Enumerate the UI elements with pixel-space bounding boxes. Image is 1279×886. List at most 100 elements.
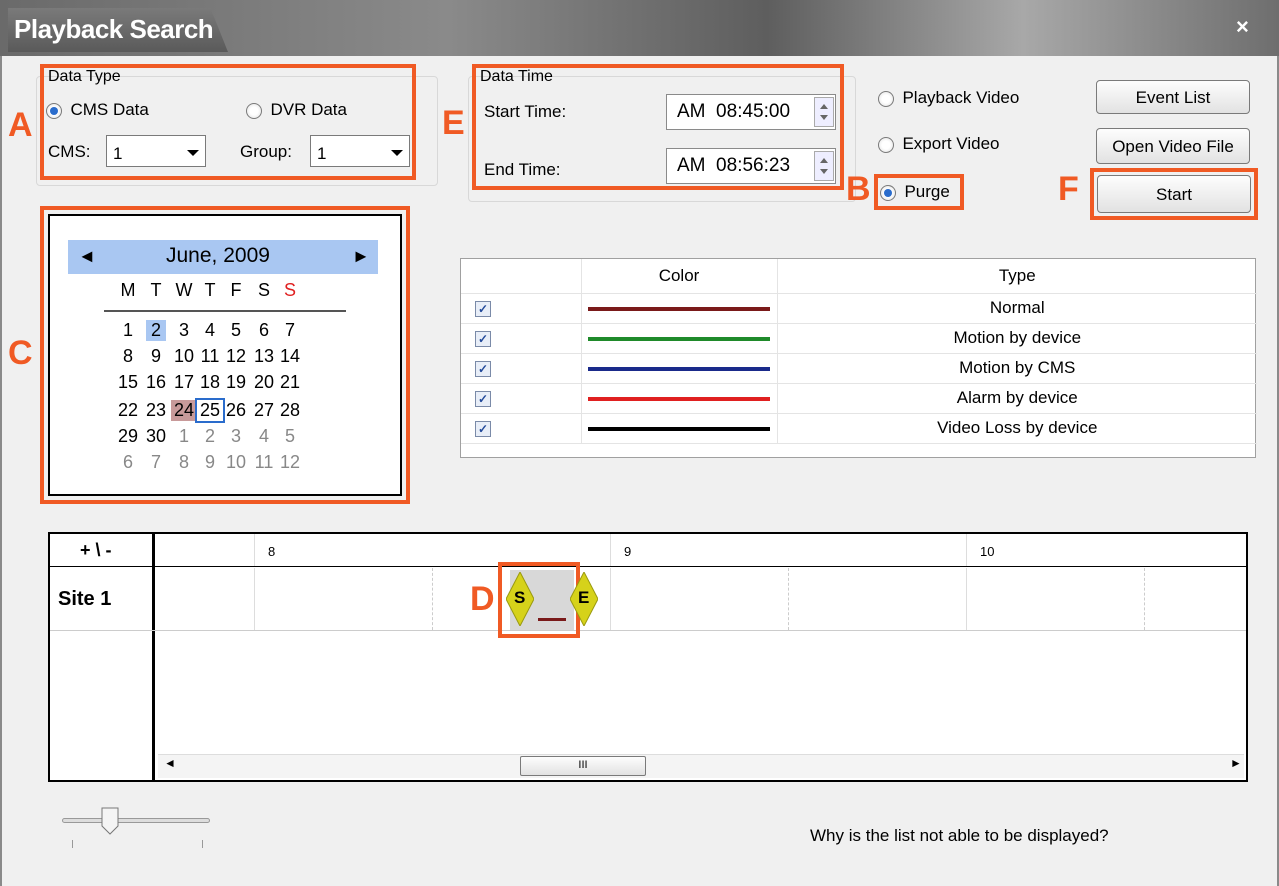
calendar-day[interactable]: 29 (118, 426, 138, 447)
calendar-day[interactable]: 22 (118, 400, 138, 421)
calendar-day[interactable]: 26 (226, 400, 246, 421)
start-button[interactable]: Start (1097, 175, 1251, 213)
calendar-day[interactable]: 27 (254, 400, 274, 421)
playback-video-radio[interactable]: Playback Video (878, 88, 1019, 108)
calendar-day[interactable]: 20 (254, 372, 274, 393)
calendar-day[interactable]: 4 (254, 426, 274, 447)
calendar-day[interactable]: 1 (174, 426, 194, 447)
weekday-label: W (175, 280, 193, 300)
end-time-spinner[interactable] (814, 151, 834, 181)
row-checkbox[interactable]: ✓ (461, 323, 582, 354)
calendar-day[interactable]: 9 (146, 346, 166, 367)
slider-tick (72, 840, 73, 848)
calendar-day[interactable]: 23 (146, 400, 166, 421)
annotation-b: B (846, 170, 871, 208)
scroll-left-icon[interactable]: ◄ (164, 756, 176, 770)
timeline-row-line (50, 630, 1246, 631)
start-time-value: AM 08:45:00 (677, 101, 791, 122)
calendar-day[interactable]: 8 (118, 346, 138, 367)
row-type: Alarm by device (777, 383, 1257, 414)
scroll-thumb[interactable]: III (520, 756, 646, 776)
calendar-day[interactable]: 6 (254, 320, 274, 341)
calendar-day[interactable]: 7 (280, 320, 300, 341)
start-time-spinner[interactable] (814, 97, 834, 127)
annotation-f: F (1058, 170, 1079, 208)
calendar-day[interactable]: 11 (200, 346, 220, 367)
calendar-day[interactable]: 2 (146, 320, 166, 341)
hour-gridline (254, 568, 255, 630)
calendar-day[interactable]: 1 (118, 320, 138, 341)
calendar-day[interactable]: 13 (254, 346, 274, 367)
row-checkbox[interactable]: ✓ (461, 293, 582, 324)
row-checkbox[interactable]: ✓ (461, 353, 582, 384)
dvr-data-radio[interactable]: DVR Data (246, 100, 347, 120)
calendar-day[interactable]: 5 (226, 320, 246, 341)
calendar-day[interactable]: 7 (146, 452, 166, 473)
spinner-arrows-icon (820, 104, 828, 120)
calendar-day[interactable]: 12 (226, 346, 246, 367)
calendar-day[interactable]: 16 (146, 372, 166, 393)
color-swatch (588, 426, 770, 431)
hour-tick-label: 9 (624, 544, 632, 559)
close-icon[interactable]: × (1236, 14, 1249, 40)
export-video-radio[interactable]: Export Video (878, 134, 999, 154)
row-color (581, 323, 778, 354)
row-checkbox[interactable]: ✓ (461, 413, 582, 444)
color-swatch (588, 396, 770, 401)
table-header-color: Color (581, 259, 778, 294)
group-select[interactable]: 1 (310, 135, 410, 167)
row-checkbox[interactable]: ✓ (461, 383, 582, 414)
table-row: ✓ Normal (461, 293, 1257, 324)
calendar-day[interactable]: 25 (195, 398, 225, 423)
calendar-day[interactable]: 10 (226, 452, 246, 473)
playback-video-label: Playback Video (902, 88, 1020, 107)
timeline-scrollbar[interactable] (158, 754, 1244, 778)
prev-month-icon[interactable]: ◄ (78, 246, 96, 267)
calendar-day[interactable]: 12 (280, 452, 300, 473)
calendar-day[interactable]: 19 (226, 372, 246, 393)
next-month-icon[interactable]: ► (352, 246, 370, 267)
weekday-label: M (120, 280, 136, 300)
calendar-day[interactable]: 5 (280, 426, 300, 447)
event-list-button[interactable]: Event List (1096, 80, 1250, 114)
row-color (581, 293, 778, 324)
calendar-day[interactable]: 6 (118, 452, 138, 473)
calendar-day[interactable]: 21 (280, 372, 300, 393)
calendar-day[interactable]: 30 (146, 426, 166, 447)
calendar-day[interactable]: 15 (118, 372, 138, 393)
color-swatch (588, 366, 770, 371)
calendar-day[interactable]: 3 (226, 426, 246, 447)
calendar-day[interactable]: 18 (200, 372, 220, 393)
site-label: Site 1 (58, 588, 112, 610)
zoom-slider-thumb[interactable] (100, 806, 120, 836)
cms-select[interactable]: 1 (106, 135, 206, 167)
calendar-day[interactable]: 28 (280, 400, 300, 421)
calendar-day[interactable]: 14 (280, 346, 300, 367)
zoom-slider-track[interactable] (62, 818, 210, 823)
calendar-day[interactable]: 24 (171, 400, 197, 421)
calendar-day[interactable]: 2 (200, 426, 220, 447)
purge-radio[interactable]: Purge (880, 182, 950, 202)
calendar-day[interactable]: 9 (200, 452, 220, 473)
start-time-field[interactable]: AM 08:45:00 (666, 94, 836, 130)
calendar-day[interactable]: 10 (174, 346, 194, 367)
row-type: Motion by CMS (777, 353, 1257, 384)
hour-gridline (610, 568, 611, 630)
calendar-day[interactable]: 11 (254, 452, 274, 473)
calendar-day-grid: 1 2 3 4 5 6 7 8 9 10 11 12 13 14 15 16 17 18 19 20 21 22 23 24 2… (0, 0, 300, 472)
purge-radio-icon (880, 184, 896, 201)
calendar-day[interactable]: 8 (174, 452, 194, 473)
cms-data-label: CMS Data (70, 100, 149, 119)
scroll-right-icon[interactable]: ► (1230, 756, 1242, 770)
spinner-arrows-icon (820, 158, 828, 174)
calendar-day[interactable]: 4 (200, 320, 220, 341)
hour-gridline (254, 534, 255, 566)
half-hour-gridline (788, 568, 789, 630)
zoom-toggle-button[interactable]: + \ - (80, 540, 112, 561)
export-video-label: Export Video (902, 134, 1000, 153)
cms-data-radio[interactable]: CMS Data (46, 100, 149, 120)
calendar-day[interactable]: 3 (174, 320, 194, 341)
open-video-file-button[interactable]: Open Video File (1096, 128, 1250, 164)
end-time-field[interactable]: AM 08:56:23 (666, 148, 836, 184)
calendar-day[interactable]: 17 (174, 372, 194, 393)
